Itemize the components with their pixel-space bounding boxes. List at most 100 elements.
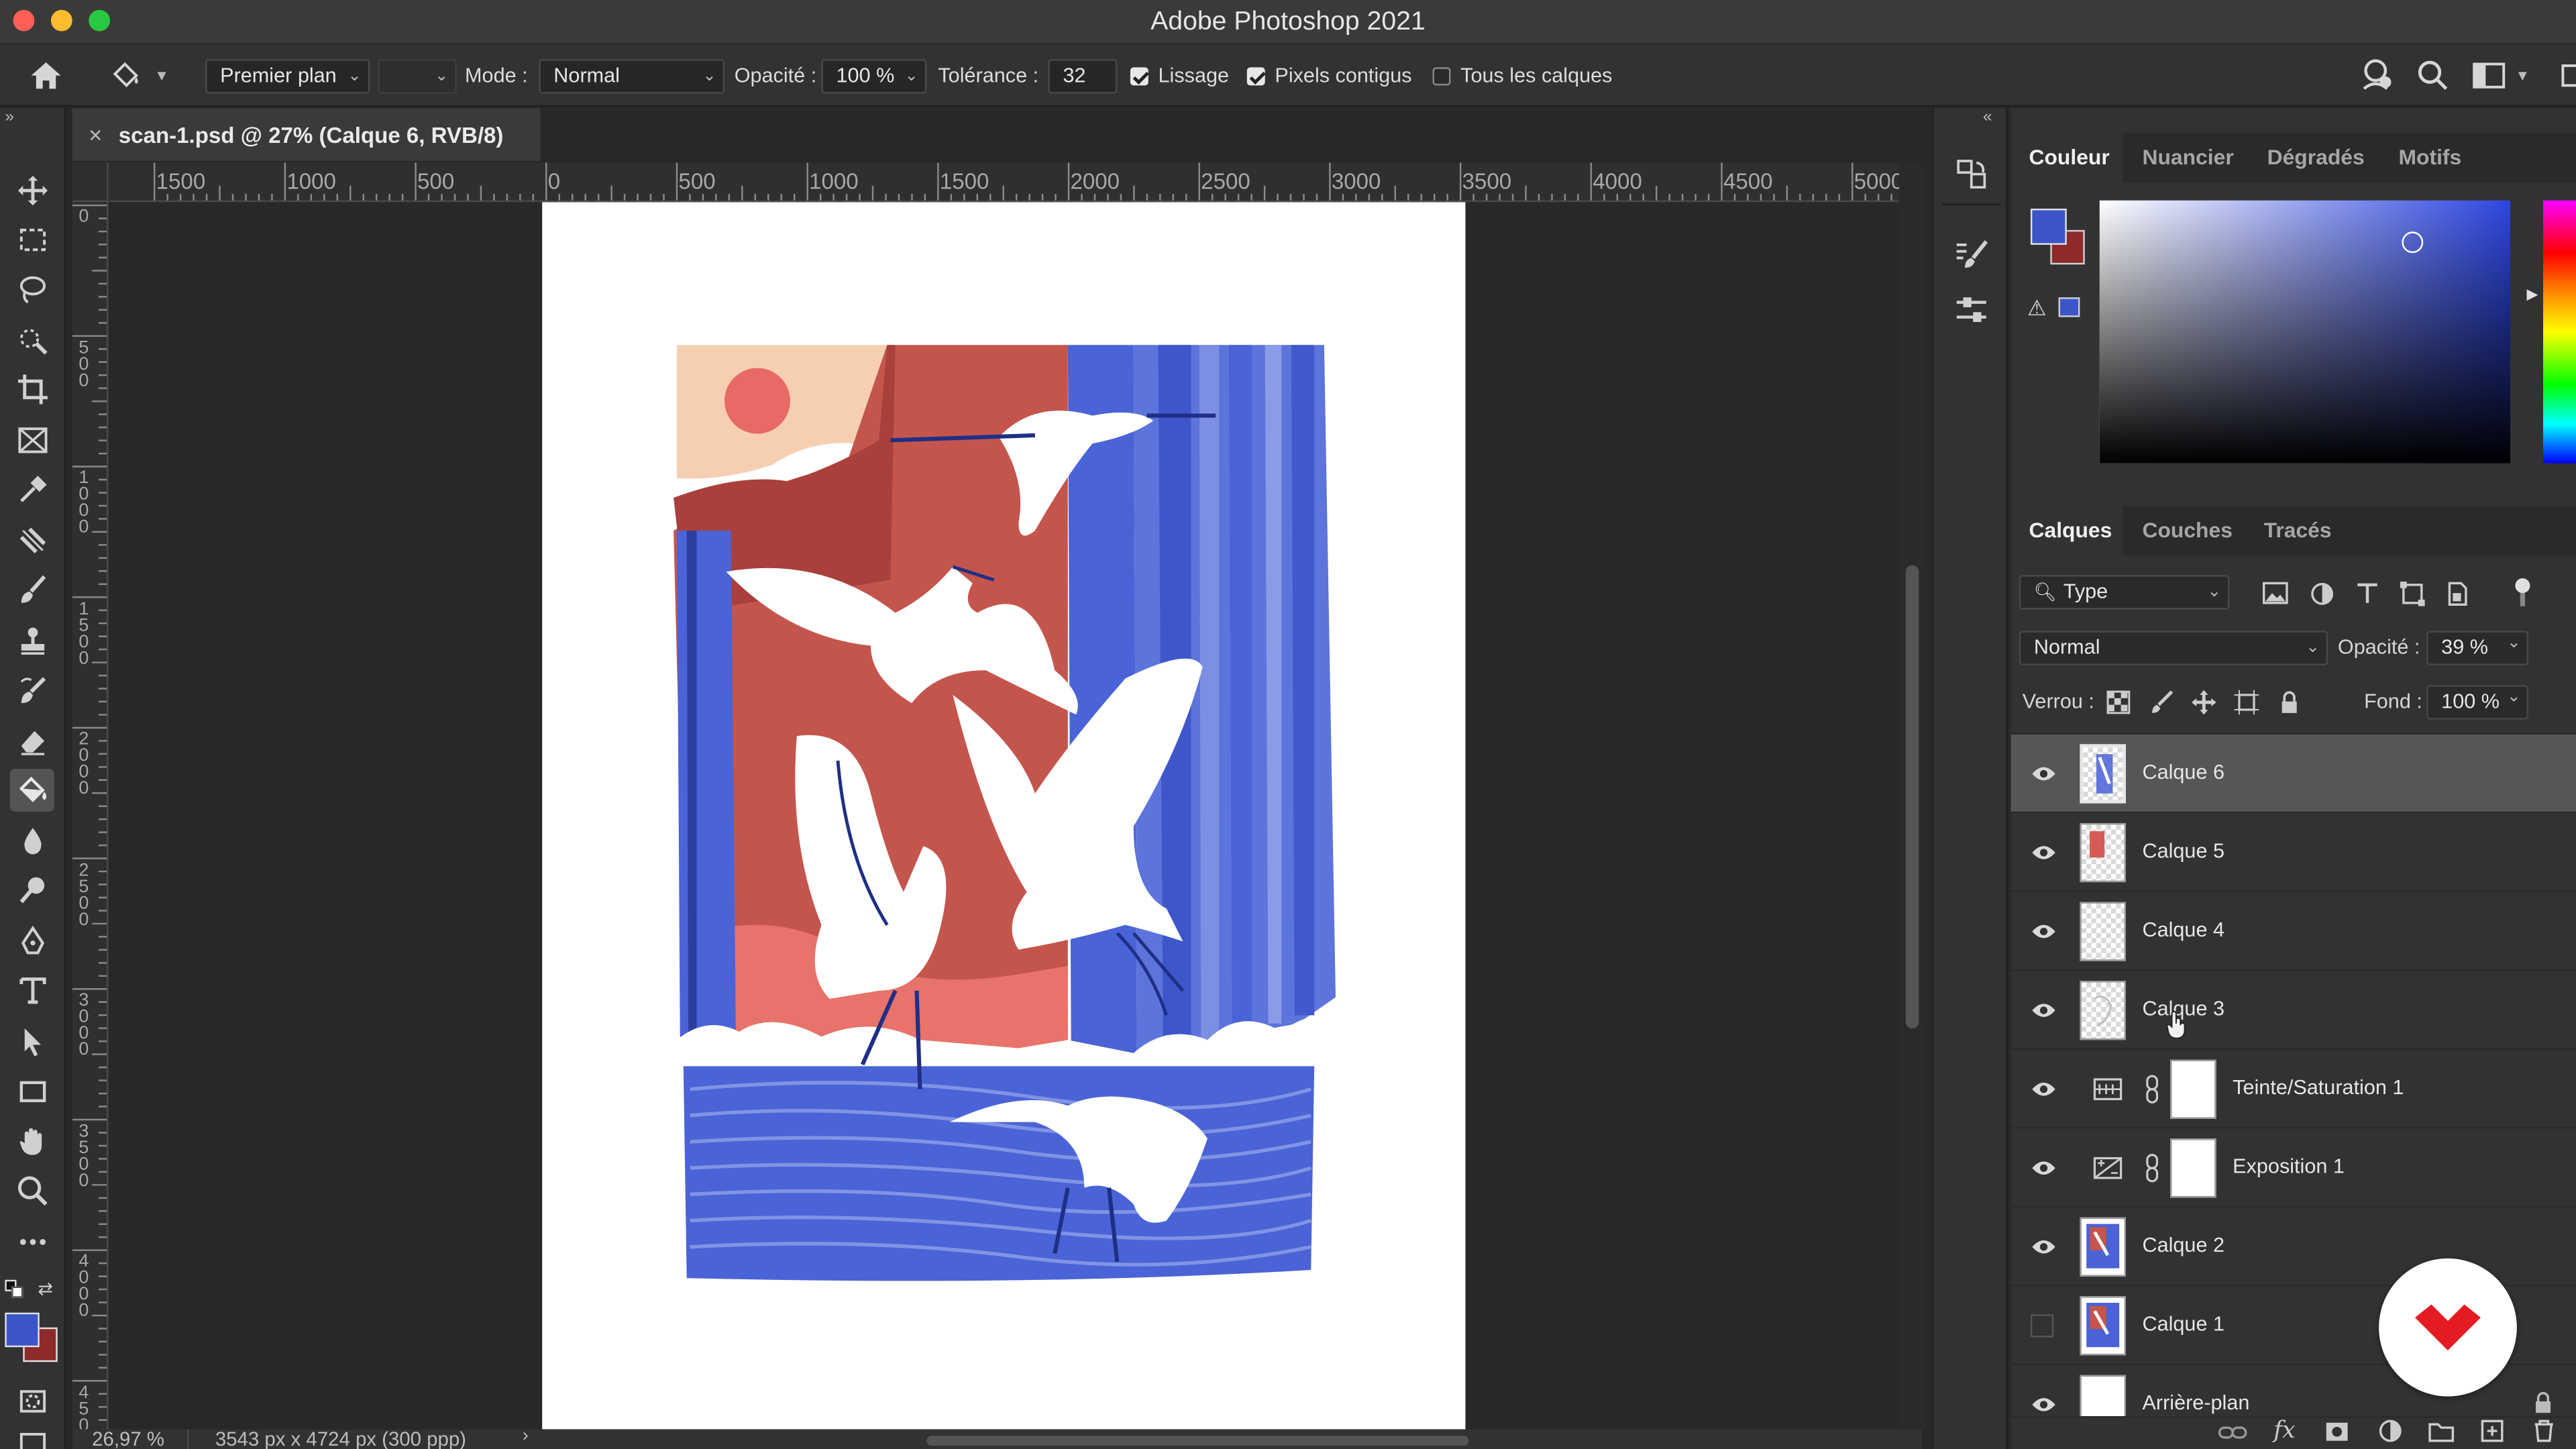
close-document-icon[interactable]: × <box>89 121 102 148</box>
eye-icon[interactable] <box>2031 1236 2057 1258</box>
smart-object-filter-icon[interactable] <box>2447 582 2469 606</box>
adjustment-filter-icon[interactable] <box>2310 582 2334 606</box>
history-brush-tool[interactable] <box>10 669 54 712</box>
fx-icon[interactable]: fx <box>2273 1417 2295 1444</box>
tab-calques[interactable]: Calques <box>2010 506 2123 555</box>
layer-row[interactable]: Calque 4 <box>2010 892 2576 971</box>
opacity-field[interactable]: 100 % ⌄ <box>821 59 927 94</box>
gamut-swatch[interactable] <box>2058 297 2080 317</box>
all-layers-checkbox[interactable] <box>1432 66 1451 85</box>
frame-tool[interactable] <box>10 419 54 462</box>
brush-tool[interactable] <box>10 568 54 611</box>
filter-toggle[interactable] <box>2514 578 2530 608</box>
vertical-scroll-thumb[interactable] <box>1905 565 1919 1029</box>
default-colors-button[interactable] <box>5 1279 24 1299</box>
lock-position-icon[interactable] <box>2191 690 2216 715</box>
image-filter-icon[interactable] <box>2262 582 2288 604</box>
blend-mode-select[interactable]: Normal ⌄ <box>2019 631 2328 665</box>
marquee-tool[interactable] <box>10 219 54 262</box>
tab-couches[interactable]: Couches <box>2142 506 2232 555</box>
eye-icon[interactable] <box>2031 920 2057 943</box>
eraser-tool[interactable] <box>10 720 54 763</box>
pattern-picker[interactable]: ⌄ <box>378 59 457 94</box>
shape-filter-icon[interactable] <box>2400 581 2425 606</box>
smoothing-option[interactable]: Lissage <box>1130 44 1229 107</box>
gamut-warning-icon[interactable]: ⚠ <box>2027 296 2047 322</box>
crop-tool[interactable] <box>10 368 54 411</box>
move-tool[interactable] <box>10 169 54 212</box>
brush-settings-button[interactable] <box>1953 237 1990 281</box>
paint-bucket-tool[interactable] <box>9 769 54 812</box>
eyedropper-tool[interactable] <box>10 468 54 511</box>
eye-icon[interactable] <box>2031 762 2057 785</box>
foreground-color-swatch[interactable] <box>5 1312 40 1348</box>
search-button[interactable] <box>2416 44 2449 107</box>
tab-couleur[interactable]: Couleur <box>2010 133 2123 182</box>
dodge-tool[interactable] <box>10 869 54 912</box>
layer-row[interactable]: Calque 5 <box>2010 813 2576 892</box>
smoothing-checkbox[interactable] <box>1130 66 1148 85</box>
lasso-tool[interactable] <box>10 268 54 311</box>
lock-transparency-icon[interactable] <box>2106 690 2131 715</box>
trash-icon[interactable] <box>2533 1419 2555 1442</box>
path-selection-tool[interactable] <box>10 1020 54 1063</box>
collapse-panels-icon[interactable]: « <box>1983 109 1992 127</box>
visibility-toggle-off[interactable] <box>2030 1314 2054 1338</box>
eye-icon[interactable] <box>2031 1078 2057 1101</box>
more-tools-button[interactable] <box>10 1221 54 1264</box>
type-tool[interactable] <box>10 969 54 1012</box>
quick-selection-tool[interactable] <box>10 319 54 362</box>
blur-tool[interactable] <box>10 820 54 863</box>
lock-pixels-icon[interactable] <box>2149 690 2174 715</box>
ruler-origin[interactable] <box>72 162 109 203</box>
workspace-button[interactable]: ▼ <box>2473 44 2530 107</box>
panel-foreground-swatch[interactable] <box>2030 209 2067 245</box>
new-group-icon[interactable] <box>2428 1421 2455 1442</box>
healing-brush-tool[interactable] <box>10 519 54 562</box>
zoom-tool[interactable] <box>10 1170 54 1213</box>
layer-row[interactable]: Teinte/Saturation 1 <box>2010 1050 2576 1129</box>
eye-icon[interactable] <box>2031 999 2057 1022</box>
layer-row[interactable]: Calque 3 <box>2010 971 2576 1050</box>
adjustments-button[interactable] <box>1953 292 1990 337</box>
lock-artboard-icon[interactable] <box>2234 690 2259 715</box>
layer-row[interactable]: Calque 6 <box>2010 734 2576 814</box>
link-icon[interactable] <box>2144 1153 2160 1183</box>
rectangle-tool[interactable] <box>10 1069 54 1112</box>
vertical-scrollbar[interactable] <box>1899 162 1926 1430</box>
eye-icon[interactable] <box>2031 1157 2057 1179</box>
mode-select[interactable]: Normal ⌄ <box>539 59 725 94</box>
new-adjustment-icon[interactable] <box>2379 1419 2402 1442</box>
share-button[interactable] <box>2359 44 2396 107</box>
tab-nuancier[interactable]: Nuancier <box>2142 133 2233 182</box>
color-field[interactable] <box>2099 200 2511 464</box>
text-filter-icon[interactable] <box>2356 582 2379 604</box>
lock-all-icon[interactable] <box>2277 690 2302 715</box>
tab-traces[interactable]: Tracés <box>2264 506 2332 555</box>
zoom-level[interactable]: 26,97 % <box>92 1430 164 1449</box>
tolerance-field[interactable]: 32 <box>1048 59 1118 94</box>
expand-toolbar-icon[interactable]: » <box>5 109 14 127</box>
layer-mask-thumbnail[interactable] <box>2170 1138 2216 1198</box>
hand-tool[interactable] <box>10 1120 54 1163</box>
layer-row[interactable]: Exposition 1 <box>2010 1128 2576 1208</box>
chevron-down-icon[interactable]: ⌄ <box>2507 688 2521 706</box>
pen-tool[interactable] <box>10 920 54 963</box>
history-panel-button[interactable] <box>1953 156 1990 201</box>
contiguous-checkbox[interactable] <box>1246 66 1265 85</box>
screen-mode-button[interactable] <box>10 1423 54 1449</box>
document-canvas[interactable] <box>542 202 1466 1430</box>
new-layer-icon[interactable] <box>2481 1419 2504 1442</box>
horizontal-scroll-thumb[interactable] <box>926 1436 1469 1446</box>
tool-preset-picker[interactable]: ▼ <box>109 44 169 107</box>
eye-icon[interactable] <box>2031 841 2057 864</box>
quick-mask-button[interactable] <box>10 1380 54 1423</box>
hue-slider[interactable] <box>2543 200 2576 464</box>
tab-degrades[interactable]: Dégradés <box>2267 133 2365 182</box>
hue-slider-arrow[interactable]: ▶ <box>2527 286 2538 304</box>
panel-toggle-button[interactable] <box>2560 44 2576 107</box>
swap-colors-icon[interactable]: ⇄ <box>38 1278 53 1299</box>
link-layers-icon[interactable] <box>2218 1423 2247 1442</box>
add-mask-icon[interactable] <box>2324 1421 2349 1442</box>
home-button[interactable] <box>28 44 64 107</box>
